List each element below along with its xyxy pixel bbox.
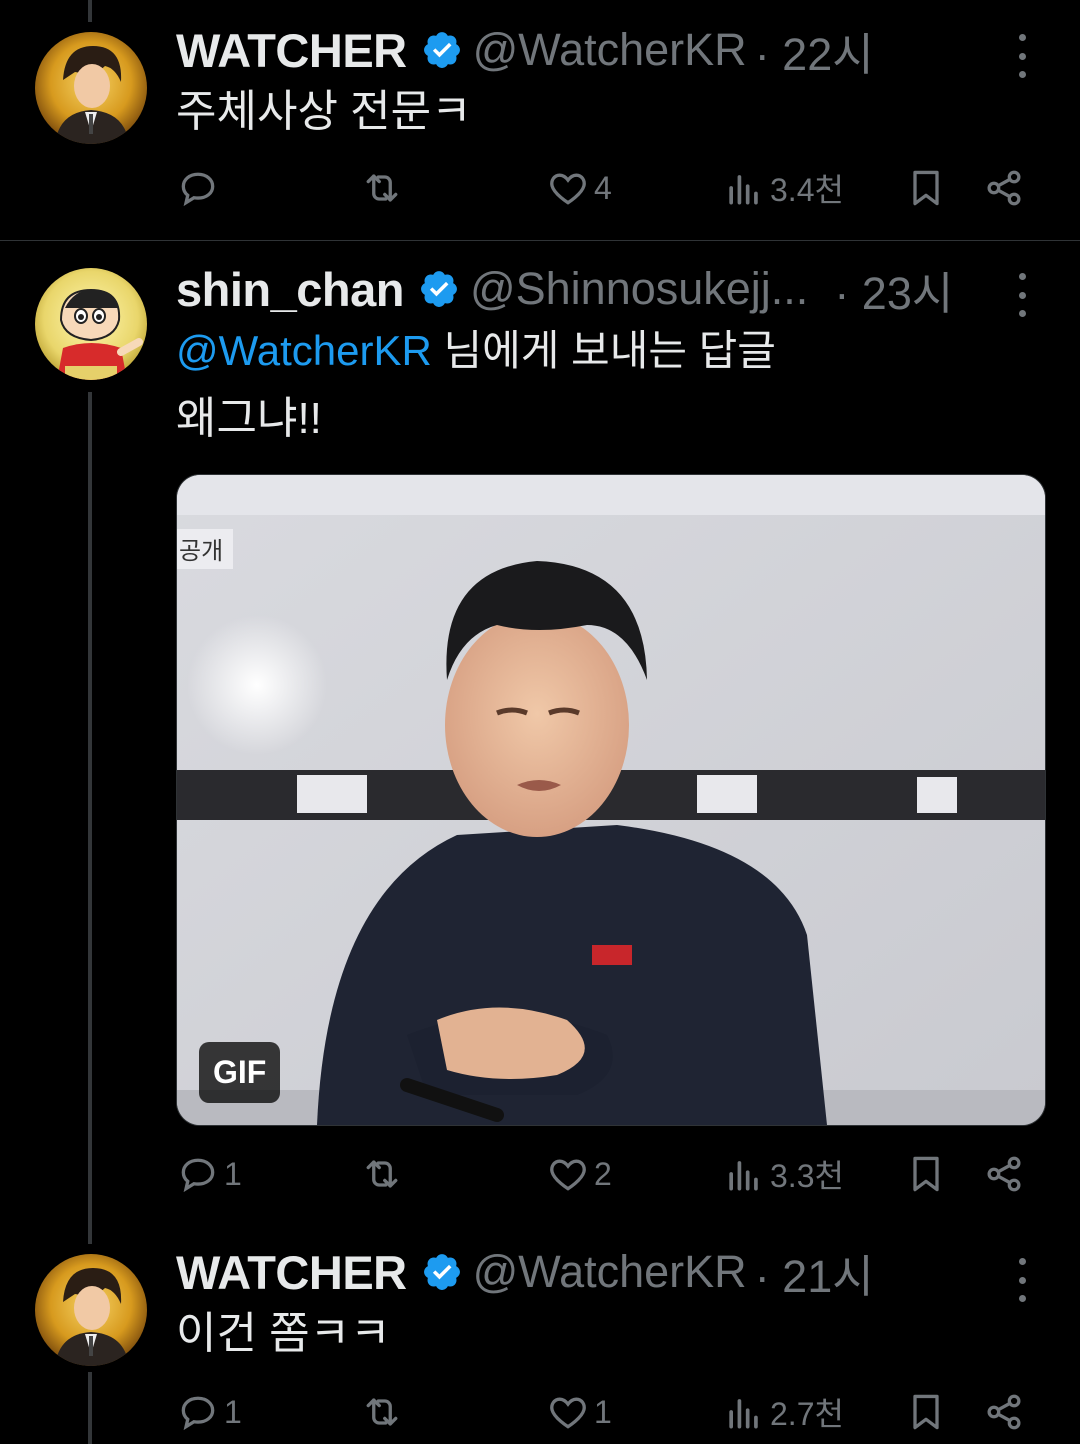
views-button[interactable]: 2.7천 xyxy=(722,1382,844,1442)
views-icon xyxy=(729,1399,758,1429)
views-button[interactable]: 3.4천 xyxy=(722,158,844,218)
retweet-icon xyxy=(366,1398,398,1426)
reply-icon xyxy=(181,172,215,207)
post-text: 왜그냐!! xyxy=(176,394,322,443)
user-handle[interactable]: @WatcherKR xyxy=(473,24,747,76)
retweet-button[interactable] xyxy=(360,158,404,218)
more-icon[interactable] xyxy=(1010,1258,1034,1302)
gif-overlay-label: 공개 xyxy=(179,537,223,565)
reply-button[interactable] xyxy=(176,158,224,218)
reply-icon xyxy=(181,1396,215,1431)
gif-thumbnail: 공개 xyxy=(177,475,1045,1125)
retweet-button[interactable] xyxy=(360,1382,404,1442)
like-button[interactable]: 4 xyxy=(546,158,612,218)
post-time[interactable]: · 23시 xyxy=(834,257,953,322)
user-handle[interactable]: @Shinnosukejj... xyxy=(470,263,808,315)
bookmark-button[interactable] xyxy=(904,158,948,218)
like-button[interactable]: 1 xyxy=(546,1382,612,1442)
reply-button[interactable]: 1 xyxy=(176,1144,242,1204)
post-time[interactable]: · 22시 xyxy=(755,18,874,83)
like-count: 4 xyxy=(594,169,612,206)
retweet-button[interactable] xyxy=(360,1144,404,1204)
mention-link[interactable]: @WatcherKR xyxy=(176,327,432,374)
bookmark-icon xyxy=(913,1156,939,1192)
share-button[interactable] xyxy=(982,158,1026,218)
reply-count: 1 xyxy=(224,1155,242,1192)
share-button[interactable] xyxy=(982,1144,1026,1204)
like-icon xyxy=(550,1159,586,1191)
action-bar: 1 2 3.3천 xyxy=(176,1144,1040,1204)
share-icon xyxy=(987,170,1021,206)
display-name[interactable]: WATCHER xyxy=(176,1245,407,1300)
bookmark-button[interactable] xyxy=(904,1382,948,1442)
share-icon xyxy=(987,1394,1021,1430)
retweet-icon xyxy=(366,174,398,202)
like-icon xyxy=(550,1397,586,1429)
reply-context: @WatcherKR 님에게 보내는 답글 xyxy=(176,323,1040,379)
view-count: 2.7천 xyxy=(770,1396,844,1432)
action-bar: 1 1 2.7천 xyxy=(176,1382,1040,1442)
share-icon xyxy=(987,1156,1021,1192)
action-bar: 4 3.4천 xyxy=(176,158,1040,218)
reply-context-text: 님에게 보내는 답글 xyxy=(431,327,776,374)
tweet[interactable]: WATCHER @WatcherKR · 22시 주체사상 전문ㅋ 4 3.4천 xyxy=(0,0,1080,240)
gif-badge: GIF xyxy=(199,1042,281,1103)
display-name[interactable]: shin_chan xyxy=(176,262,404,317)
display-name[interactable]: WATCHER xyxy=(176,23,407,78)
more-icon[interactable] xyxy=(1010,34,1034,78)
bookmark-button[interactable] xyxy=(904,1144,948,1204)
post-text: 주체사상 전문ㅋ xyxy=(176,87,472,136)
view-count: 3.4천 xyxy=(770,172,844,208)
views-icon xyxy=(729,175,758,205)
views-button[interactable]: 3.3천 xyxy=(722,1144,844,1204)
bookmark-icon xyxy=(913,170,939,206)
avatar[interactable] xyxy=(35,1254,147,1366)
like-count: 2 xyxy=(594,1155,612,1192)
retweet-icon xyxy=(366,1160,398,1188)
avatar[interactable] xyxy=(35,32,147,144)
views-icon xyxy=(729,1161,758,1191)
reply-button[interactable]: 1 xyxy=(176,1382,242,1442)
timeline-feed: WATCHER @WatcherKR · 22시 주체사상 전문ㅋ 4 3.4천… xyxy=(0,0,1080,1444)
bookmark-icon xyxy=(913,1394,939,1430)
post-time[interactable]: · 21시 xyxy=(755,1240,874,1305)
user-handle[interactable]: @WatcherKR xyxy=(473,1246,747,1298)
more-icon[interactable] xyxy=(1010,273,1034,317)
view-count: 3.3천 xyxy=(770,1158,844,1194)
like-button[interactable]: 2 xyxy=(546,1144,612,1204)
verified-badge-icon xyxy=(421,271,457,307)
verified-badge-icon xyxy=(423,32,460,68)
avatar[interactable] xyxy=(35,268,147,380)
gif-media[interactable]: 공개 GIF xyxy=(176,474,1046,1126)
verified-badge-icon xyxy=(423,1254,460,1290)
post-text: 이건 쫌ㅋㅋ xyxy=(176,1309,391,1358)
share-button[interactable] xyxy=(982,1382,1026,1442)
reply-count: 1 xyxy=(224,1393,242,1430)
like-count: 1 xyxy=(594,1393,612,1430)
like-icon xyxy=(550,173,586,205)
reply-icon xyxy=(181,1158,215,1193)
